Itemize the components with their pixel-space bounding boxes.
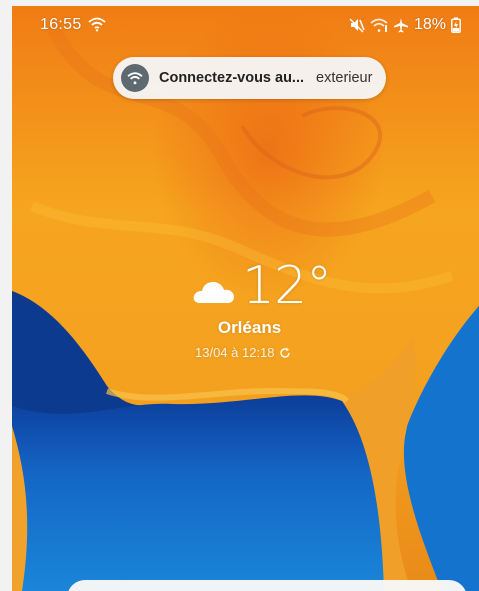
wifi-icon <box>88 17 106 32</box>
bottom-notification-card[interactable] <box>67 580 467 591</box>
notification-network-name: exterieur <box>316 70 373 86</box>
lock-screen: 16:55 18% Connectez-vous au... exterieur… <box>12 6 479 591</box>
weather-temperature: 12° <box>242 256 332 316</box>
notification-title: Connectez-vous au... <box>159 70 305 86</box>
weather-widget[interactable]: 12° Orléans 13/04 à 12:18 <box>12 256 479 376</box>
cloud-icon <box>193 282 234 303</box>
battery-percentage: 18% <box>413 16 446 33</box>
weather-updated: 13/04 à 12:18 <box>195 345 291 360</box>
wifi-notification-pill[interactable]: Connectez-vous au... exterieur <box>113 57 386 99</box>
weather-updated-time: 13/04 à 12:18 <box>195 345 275 360</box>
status-time: 16:55 <box>40 16 82 33</box>
refresh-icon[interactable] <box>279 347 291 359</box>
status-icons: 18% <box>349 16 461 34</box>
status-bar: 16:55 18% <box>12 6 479 46</box>
weather-city: Orléans <box>217 318 282 337</box>
battery-charging-icon <box>451 17 461 33</box>
mute-icon <box>349 18 365 33</box>
airplane-icon <box>393 18 408 33</box>
wifi-signal-icon <box>370 18 388 32</box>
wifi-icon <box>121 64 149 92</box>
